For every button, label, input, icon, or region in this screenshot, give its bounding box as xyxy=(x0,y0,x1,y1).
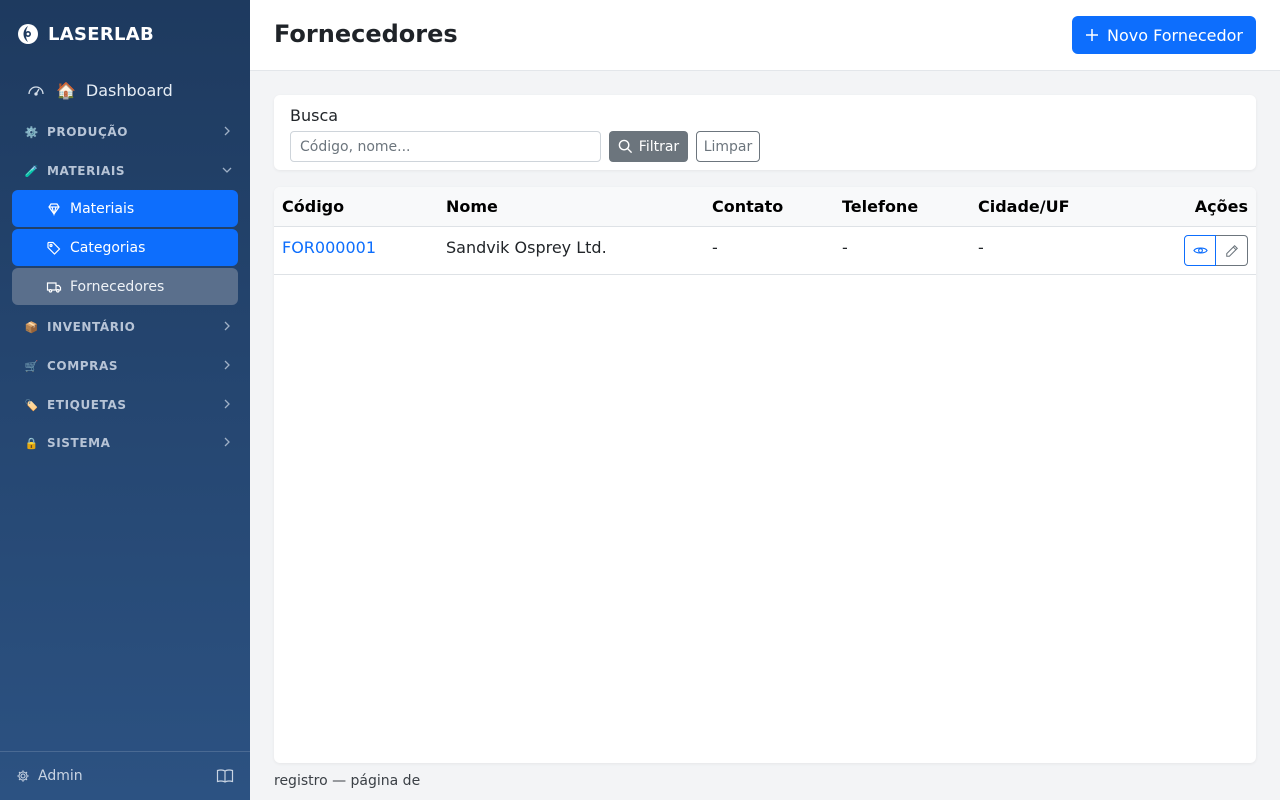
test-tube-emoji-icon: 🧪 xyxy=(24,164,40,178)
column-header-nome[interactable]: Nome xyxy=(446,197,498,216)
sidebar-item-label: Materiais xyxy=(70,200,135,217)
search-card: Busca Filtrar Limpar xyxy=(274,95,1256,170)
eye-icon xyxy=(1192,247,1208,254)
nav-section-compras[interactable]: 🛒 COMPRAS xyxy=(24,356,234,376)
section-label: PRODUÇÃO xyxy=(47,125,129,139)
filter-button[interactable]: Filtrar xyxy=(609,131,688,162)
column-header-codigo[interactable]: Código xyxy=(282,197,344,216)
chevron-right-icon xyxy=(224,437,230,447)
pencil-icon xyxy=(1225,244,1238,257)
supplier-name: Sandvik Osprey Ltd. xyxy=(446,238,607,257)
search-label: Busca xyxy=(290,106,339,125)
dashboard-label: Dashboard xyxy=(85,80,173,100)
supplier-code-link[interactable]: FOR000001 xyxy=(282,238,376,257)
chevron-right-icon xyxy=(224,126,230,136)
page-title: Fornecedores xyxy=(274,20,458,48)
clear-button[interactable]: Limpar xyxy=(696,131,760,162)
gear-icon xyxy=(17,770,29,782)
brand[interactable]: LASERLAB xyxy=(16,22,154,46)
table-row: FOR000001 Sandvik Osprey Ltd. - - - xyxy=(274,227,1256,275)
column-header-acoes: Ações xyxy=(1194,197,1248,216)
edit-button[interactable] xyxy=(1216,235,1248,266)
nav-section-sistema[interactable]: 🔒 SISTEMA xyxy=(24,433,234,453)
cart-emoji-icon: 🛒 xyxy=(24,359,40,373)
user-menu[interactable]: Admin xyxy=(16,768,83,784)
chevron-down-icon xyxy=(222,167,232,173)
chevron-right-icon xyxy=(224,399,230,409)
new-supplier-label: Novo Fornecedor xyxy=(1107,25,1243,45)
sidebar: LASERLAB 🏠 Dashboard ⚙️ PRODUÇÃO 🧪 MATER… xyxy=(0,0,250,800)
book-icon[interactable] xyxy=(216,768,234,784)
user-name: Admin xyxy=(38,768,83,784)
dashboard-emoji: 🏠 xyxy=(56,80,76,100)
section-label: COMPRAS xyxy=(47,359,119,373)
table-header: Código Nome Contato Telefone Cidade/UF A… xyxy=(274,187,1256,227)
chevron-right-icon xyxy=(224,360,230,370)
sidebar-item-fornecedores[interactable]: Fornecedores xyxy=(12,268,238,305)
new-supplier-button[interactable]: Novo Fornecedor xyxy=(1072,16,1256,54)
nav-dashboard[interactable]: 🏠 Dashboard xyxy=(26,80,173,100)
section-label: ETIQUETAS xyxy=(47,398,127,412)
sidebar-item-label: Fornecedores xyxy=(70,278,165,295)
search-icon xyxy=(618,139,632,154)
gem-icon xyxy=(48,202,60,216)
label-emoji-icon: 🏷️ xyxy=(24,398,40,412)
plus-icon xyxy=(1086,29,1099,41)
view-button[interactable] xyxy=(1184,235,1216,266)
sidebar-footer: Admin xyxy=(0,751,250,800)
truck-icon xyxy=(46,281,62,293)
lock-emoji-icon: 🔒 xyxy=(24,436,40,450)
supplier-city: - xyxy=(978,238,984,257)
gear-emoji-icon: ⚙️ xyxy=(24,125,40,139)
column-header-contato[interactable]: Contato xyxy=(712,197,783,216)
search-input[interactable] xyxy=(290,131,601,162)
suppliers-table: Código Nome Contato Telefone Cidade/UF A… xyxy=(274,187,1256,763)
nav-section-producao[interactable]: ⚙️ PRODUÇÃO xyxy=(24,122,234,142)
sidebar-item-label: Categorias xyxy=(70,239,146,256)
filter-label: Filtrar xyxy=(638,138,680,155)
pagination-info: registro — página de xyxy=(274,773,421,789)
nav-section-materiais[interactable]: 🧪 MATERIAIS xyxy=(24,161,234,181)
sidebar-item-materiais[interactable]: Materiais xyxy=(12,190,238,227)
section-label: MATERIAIS xyxy=(47,164,126,178)
clear-label: Limpar xyxy=(703,138,753,155)
brand-name: LASERLAB xyxy=(48,23,155,45)
column-header-telefone[interactable]: Telefone xyxy=(842,197,918,216)
page-header: Fornecedores Novo Fornecedor xyxy=(250,0,1280,71)
package-emoji-icon: 📦 xyxy=(24,320,40,334)
row-actions xyxy=(1184,235,1248,266)
column-header-cidade[interactable]: Cidade/UF xyxy=(978,197,1070,216)
nav-section-etiquetas[interactable]: 🏷️ ETIQUETAS xyxy=(24,395,234,415)
sidebar-item-categorias[interactable]: Categorias xyxy=(12,229,238,266)
chevron-right-icon xyxy=(224,321,230,331)
nav-section-inventario[interactable]: 📦 INVENTÁRIO xyxy=(24,317,234,337)
supplier-phone: - xyxy=(842,238,848,257)
section-label: INVENTÁRIO xyxy=(47,320,136,334)
speedometer-icon xyxy=(26,80,46,100)
laser-logo-icon xyxy=(18,24,38,44)
supplier-contact: - xyxy=(712,238,718,257)
tags-icon xyxy=(47,241,61,255)
section-label: SISTEMA xyxy=(47,436,111,450)
